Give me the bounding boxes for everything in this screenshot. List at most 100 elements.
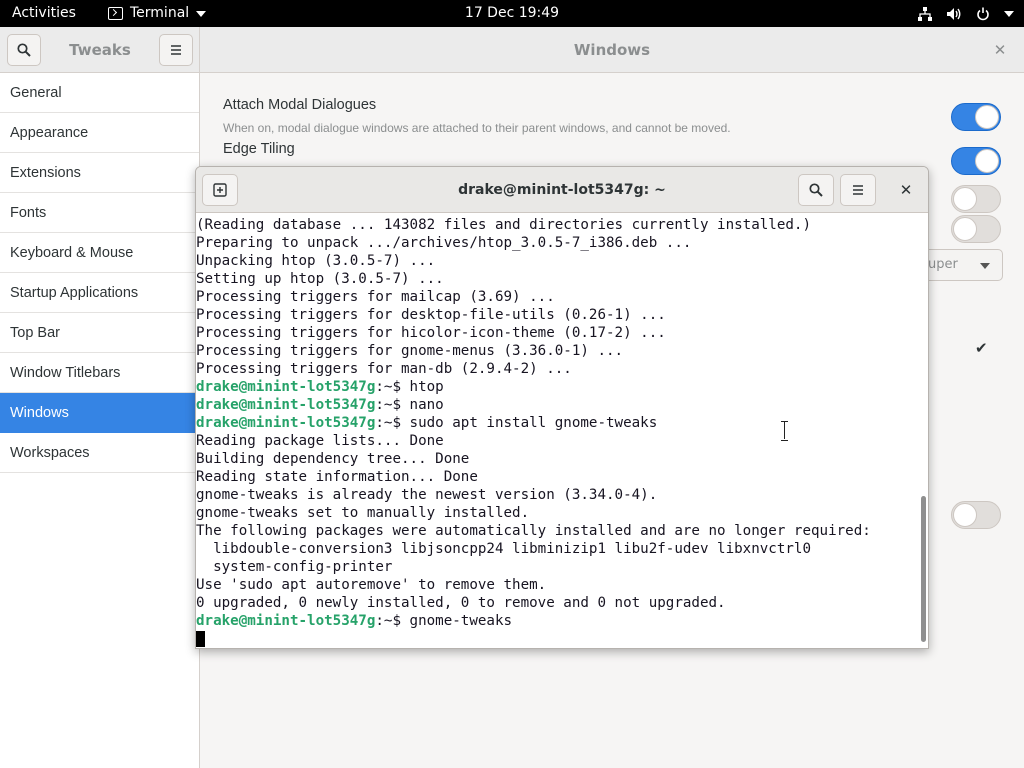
new-tab-button[interactable] (202, 174, 238, 206)
sidebar-item-windows[interactable]: Windows (0, 393, 199, 433)
shell-prompt: drake@minint-lot5347g (196, 415, 376, 431)
sidebar: General Appearance Extensions Fonts Keyb… (0, 73, 200, 768)
terminal-line-text: Preparing to unpack .../archives/htop_3.… (196, 235, 692, 251)
terminal-header-bar[interactable]: drake@minint-lot5347g: ~ ✕ (196, 167, 928, 213)
terminal-line-text: Processing triggers for gnome-menus (3.3… (196, 343, 624, 359)
terminal-line: (Reading database ... 143082 files and d… (196, 216, 918, 234)
terminal-line: gnome-tweaks set to manually installed. (196, 504, 918, 522)
terminal-menu-button[interactable] (840, 174, 876, 206)
terminal-line: system-config-printer (196, 558, 918, 576)
terminal-line-text: Processing triggers for mailcap (3.69) .… (196, 289, 555, 305)
terminal-line-text: Building dependency tree... Done (196, 451, 470, 467)
search-icon (809, 183, 823, 197)
switch-knob (953, 503, 977, 527)
terminal-line: drake@minint-lot5347g:~$ htop (196, 378, 918, 396)
sidebar-item-keyboard-mouse[interactable]: Keyboard & Mouse (0, 233, 199, 273)
switch-knob (975, 105, 999, 129)
terminal-search-button[interactable] (798, 174, 834, 206)
terminal-line-text: :~$ sudo apt install gnome-tweaks (375, 415, 658, 431)
terminal-line: libdouble-conversion3 libjsoncpp24 libmi… (196, 540, 918, 558)
switch-knob (953, 217, 977, 241)
tweaks-header-bar: Tweaks Windows ✕ (0, 27, 1024, 73)
terminal-cursor (196, 631, 205, 647)
app-menu-label: Terminal (130, 5, 190, 21)
shell-prompt: drake@minint-lot5347g (196, 397, 376, 413)
terminal-line: Use 'sudo apt autoremove' to remove them… (196, 576, 918, 594)
terminal-line-text: Processing triggers for man-db (2.9.4-2)… (196, 361, 572, 377)
terminal-icon (108, 7, 123, 20)
main-menu-button[interactable] (159, 34, 193, 66)
terminal-line-text: (Reading database ... 143082 files and d… (196, 217, 811, 233)
sidebar-item-workspaces[interactable]: Workspaces (0, 433, 199, 473)
terminal-line: Reading state information... Done (196, 468, 918, 486)
terminal-line: Processing triggers for desktop-file-uti… (196, 306, 918, 324)
terminal-line-text: Setting up htop (3.0.5-7) ... (196, 271, 444, 287)
sidebar-item-top-bar[interactable]: Top Bar (0, 313, 199, 353)
sidebar-item-fonts[interactable]: Fonts (0, 193, 199, 233)
setting-switch-5[interactable] (951, 501, 1001, 529)
setting-switch-3[interactable] (951, 185, 1001, 213)
terminal-line: Setting up htop (3.0.5-7) ... (196, 270, 918, 288)
close-icon[interactable]: ✕ (990, 40, 1010, 60)
sidebar-item-appearance[interactable]: Appearance (0, 113, 199, 153)
sidebar-item-startup-applications[interactable]: Startup Applications (0, 273, 199, 313)
terminal-line: Processing triggers for man-db (2.9.4-2)… (196, 360, 918, 378)
modifier-dropdown[interactable]: uper (917, 249, 1003, 281)
edge-tiling-title: Edge Tiling (223, 141, 295, 157)
terminal-line: The following packages were automaticall… (196, 522, 918, 540)
terminal-line-text: Reading package lists... Done (196, 433, 444, 449)
top-bar: Activities Terminal 17 Dec 19:49 (0, 0, 1024, 27)
system-menu-button[interactable] (918, 0, 1014, 27)
sidebar-item-window-titlebars[interactable]: Window Titlebars (0, 353, 199, 393)
terminal-scrollbar[interactable] (918, 214, 928, 648)
close-icon[interactable]: ✕ (896, 180, 916, 200)
scrollbar-thumb[interactable] (921, 496, 926, 642)
terminal-line: drake@minint-lot5347g:~$ sudo apt instal… (196, 414, 918, 432)
terminal-line: Processing triggers for mailcap (3.69) .… (196, 288, 918, 306)
terminal-output[interactable]: (Reading database ... 143082 files and d… (196, 214, 918, 648)
terminal-line: drake@minint-lot5347g:~$ gnome-tweaks (196, 612, 918, 630)
terminal-line: 0 upgraded, 0 newly installed, 0 to remo… (196, 594, 918, 612)
panel-title: Windows (573, 41, 651, 59)
app-menu-button[interactable]: Terminal (108, 0, 207, 27)
volume-icon (947, 7, 961, 20)
new-tab-icon (213, 183, 227, 197)
terminal-line: Building dependency tree... Done (196, 450, 918, 468)
terminal-line-text: gnome-tweaks set to manually installed. (196, 505, 530, 521)
text-cursor-icon (780, 421, 789, 441)
switch-knob (975, 149, 999, 173)
terminal-line-text: :~$ nano (375, 397, 444, 413)
edge-tiling-switch[interactable] (951, 147, 1001, 175)
terminal-line: Unpacking htop (3.0.5-7) ... (196, 252, 918, 270)
terminal-line: Preparing to unpack .../archives/htop_3.… (196, 234, 918, 252)
sidebar-item-general[interactable]: General (0, 73, 199, 113)
search-button[interactable] (7, 34, 41, 66)
setting-switch-4[interactable] (951, 215, 1001, 243)
sidebar-item-extensions[interactable]: Extensions (0, 153, 199, 193)
chevron-down-icon (980, 263, 990, 269)
activities-button[interactable]: Activities (12, 0, 76, 27)
check-icon: ✔ (975, 339, 988, 357)
switch-knob (953, 187, 977, 211)
clock-button[interactable]: 17 Dec 19:49 (465, 5, 559, 21)
terminal-line: Reading package lists... Done (196, 432, 918, 450)
terminal-line-text: :~$ gnome-tweaks (375, 613, 513, 629)
attach-modal-title: Attach Modal Dialogues (223, 97, 377, 113)
chevron-down-icon (196, 10, 207, 17)
attach-modal-switch[interactable] (951, 103, 1001, 131)
terminal-line-text: :~$ htop (375, 379, 444, 395)
power-icon (977, 7, 989, 20)
terminal-line-text: Use 'sudo apt autoremove' to remove them… (196, 577, 547, 593)
terminal-line: Processing triggers for gnome-menus (3.3… (196, 342, 918, 360)
terminal-window[interactable]: drake@minint-lot5347g: ~ ✕ (Reading data… (195, 166, 929, 649)
dropdown-value: uper (928, 257, 958, 272)
tweaks-left-header: Tweaks (0, 27, 200, 73)
hamburger-icon (853, 185, 863, 195)
terminal-line-text: Processing triggers for hicolor-icon-the… (196, 325, 666, 341)
network-icon (918, 6, 932, 21)
terminal-line (196, 630, 918, 648)
chevron-down-icon (1004, 10, 1014, 17)
terminal-line-text: libdouble-conversion3 libjsoncpp24 libmi… (196, 541, 811, 557)
terminal-line: Processing triggers for hicolor-icon-the… (196, 324, 918, 342)
attach-modal-description: When on, modal dialogue windows are atta… (223, 121, 731, 135)
